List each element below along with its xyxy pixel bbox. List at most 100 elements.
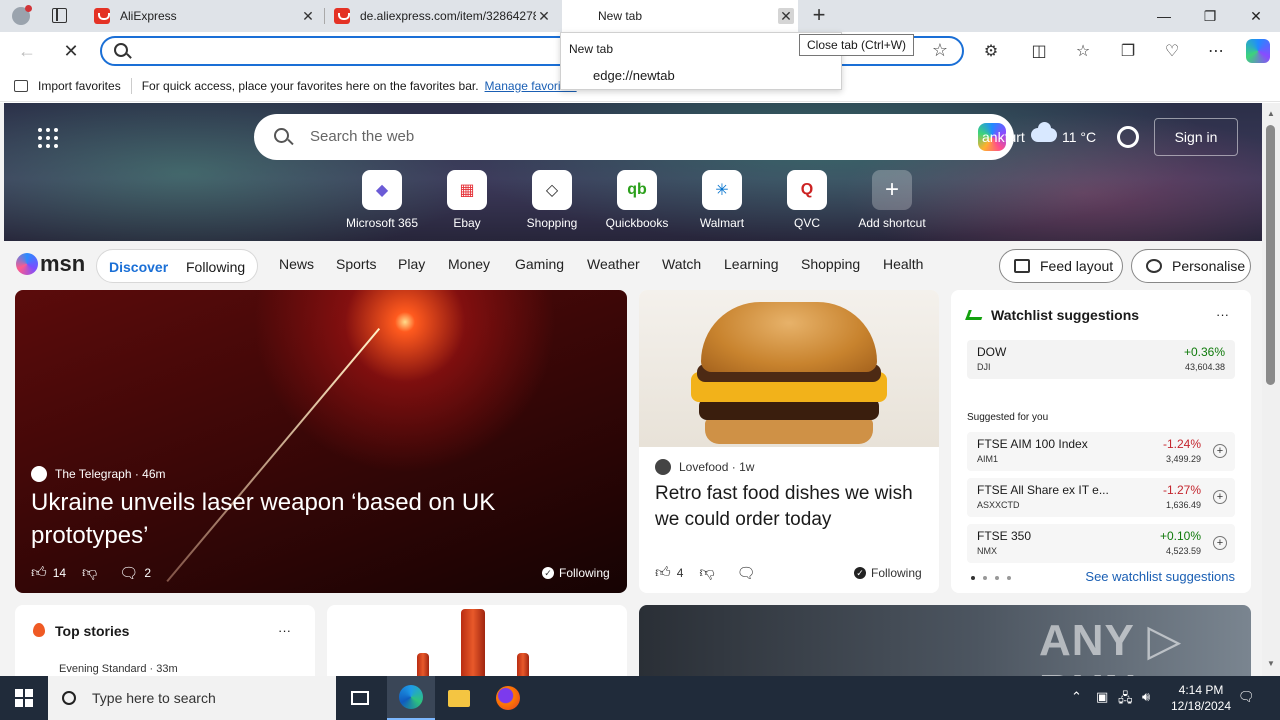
shortcut-label: Add shortcut xyxy=(858,216,926,230)
stock-change: -1.27% xyxy=(1162,483,1201,497)
tab-new-tab[interactable]: New tab ✕ xyxy=(562,0,798,32)
main-story-card[interactable]: The Telegraph · 46m Ukraine unveils lase… xyxy=(15,290,627,593)
system-clock[interactable]: 4:14 PM 12/18/2024 xyxy=(1166,682,1236,714)
close-icon[interactable]: ✕ xyxy=(778,8,794,24)
edge-taskbar-icon[interactable] xyxy=(387,676,435,720)
tab-aliexpress[interactable]: AliExpress ✕ xyxy=(84,0,324,32)
food-story-card[interactable]: Lovefood · 1w Retro fast food dishes we … xyxy=(639,290,939,593)
dislike-icon[interactable]: 👎︎ xyxy=(82,564,97,582)
sign-in-button[interactable]: Sign in xyxy=(1154,118,1238,156)
nav-news[interactable]: News xyxy=(279,256,314,272)
shortcut-shopping[interactable]: ◇ Shopping xyxy=(507,170,597,230)
stock-price: 4,523.59 xyxy=(1165,546,1201,556)
taskbar-search[interactable]: Type here to search xyxy=(48,676,336,720)
feed-layout-button[interactable]: Feed layout xyxy=(999,249,1123,283)
story-source[interactable]: Evening Standard · 33m xyxy=(59,663,178,675)
minimize-button[interactable]: — xyxy=(1141,0,1187,32)
nav-weather[interactable]: Weather xyxy=(587,256,640,272)
scrollbar-thumb[interactable] xyxy=(1266,125,1275,385)
notifications-icon[interactable]: 🗨︎ xyxy=(1238,689,1255,705)
favorite-star-icon[interactable]: ☆ xyxy=(932,40,948,61)
task-view-icon[interactable] xyxy=(336,676,384,720)
import-favorites-button[interactable]: Import favorites xyxy=(14,79,121,93)
shortcut-walmart[interactable]: ✳ Walmart xyxy=(677,170,767,230)
bottles-image-card[interactable] xyxy=(327,605,627,676)
nav-money[interactable]: Money xyxy=(448,256,490,272)
windows-start-icon[interactable] xyxy=(0,676,48,720)
more-options-icon[interactable]: ··· xyxy=(278,623,291,638)
see-watchlist-link[interactable]: See watchlist suggestions xyxy=(1085,569,1235,584)
stock-row[interactable]: FTSE 350 NMX +0.10% 4,523.59 + xyxy=(967,524,1235,563)
following-badge[interactable]: ✓ Following xyxy=(542,566,610,580)
stock-ticker: DJI xyxy=(977,362,991,372)
dislike-icon[interactable]: 👎︎ xyxy=(699,564,714,582)
personalise-button[interactable]: Personalise xyxy=(1131,249,1251,283)
collections-icon[interactable]: ❐ xyxy=(1117,40,1139,62)
nav-health[interactable]: Health xyxy=(883,256,923,272)
msn-logo[interactable]: msn xyxy=(16,251,85,277)
close-window-button[interactable]: ✕ xyxy=(1233,0,1279,32)
profile-avatar[interactable] xyxy=(12,5,32,25)
add-to-watchlist-icon[interactable]: + xyxy=(1213,536,1227,550)
photo-story-card[interactable]: ANY ▷ RUN xyxy=(639,605,1251,676)
nav-learning[interactable]: Learning xyxy=(724,256,779,272)
restore-button[interactable]: ❐ xyxy=(1187,0,1233,32)
favorites-icon[interactable]: ☆ xyxy=(1072,40,1094,62)
stop-loading-button[interactable]: ✕ xyxy=(56,36,86,66)
app-launcher-icon[interactable] xyxy=(38,128,58,148)
carousel-dots[interactable] xyxy=(971,576,1011,580)
shortcut-quickbooks[interactable]: qb Quickbooks xyxy=(592,170,682,230)
scroll-down-arrow-icon[interactable]: ▼ xyxy=(1267,659,1275,668)
shortcut-qvc[interactable]: Q QVC xyxy=(762,170,852,230)
story-headline[interactable]: Ukraine unveils laser weapon ‘based on U… xyxy=(31,486,591,552)
shortcut-add-shortcut[interactable]: + Add shortcut xyxy=(847,170,937,230)
stock-row-dow[interactable]: DOW DJI +0.36% 43,604.38 xyxy=(967,340,1235,379)
volume-icon[interactable]: 🔊︎ xyxy=(1142,689,1150,705)
more-options-icon[interactable]: ··· xyxy=(1216,307,1229,322)
copilot-icon[interactable] xyxy=(1246,39,1270,63)
comment-icon[interactable]: 🗨︎ xyxy=(119,564,138,582)
add-to-watchlist-icon[interactable]: + xyxy=(1213,444,1227,458)
settings-gear-icon[interactable] xyxy=(1117,126,1139,148)
browser-essentials-icon[interactable]: ♡ xyxy=(1161,40,1183,62)
like-icon[interactable]: 👍︎ xyxy=(655,564,671,582)
nav-sports[interactable]: Sports xyxy=(336,256,376,272)
shortcut-microsoft-365[interactable]: ◆ Microsoft 365 xyxy=(337,170,427,230)
split-screen-icon[interactable]: ◫ xyxy=(1028,40,1050,62)
close-icon[interactable]: ✕ xyxy=(536,8,552,24)
extensions-icon[interactable]: ⚙ xyxy=(980,40,1002,62)
web-search-box[interactable]: Search the web xyxy=(254,114,1014,160)
nav-watch[interactable]: Watch xyxy=(662,256,701,272)
network-icon[interactable]: 🖧︎ xyxy=(1118,689,1133,711)
tab-actions-icon[interactable] xyxy=(52,8,67,23)
comment-icon[interactable]: 🗨︎ xyxy=(737,564,756,582)
story-headline[interactable]: Retro fast food dishes we wish we could … xyxy=(655,481,925,533)
following-badge[interactable]: ✓ Following xyxy=(854,566,922,580)
new-tab-button[interactable]: + xyxy=(808,3,830,27)
device-icon[interactable]: ▣ xyxy=(1096,689,1108,705)
suggestion-url[interactable]: edge://newtab xyxy=(593,68,675,83)
add-to-watchlist-icon[interactable]: + xyxy=(1213,490,1227,504)
nav-gaming[interactable]: Gaming xyxy=(515,256,564,272)
back-button[interactable]: ← xyxy=(12,36,42,66)
weather-location[interactable]: ankfurt xyxy=(982,129,1025,145)
more-menu-icon[interactable]: ⋯ xyxy=(1205,40,1227,62)
firefox-icon[interactable] xyxy=(484,676,532,720)
tab-discover[interactable]: Discover xyxy=(109,259,168,275)
search-icon xyxy=(114,43,128,57)
scroll-up-arrow-icon[interactable]: ▲ xyxy=(1267,109,1275,118)
stock-name: FTSE All Share ex IT e... xyxy=(977,483,1109,497)
stock-row[interactable]: FTSE AIM 100 Index AIM1 -1.24% 3,499.29 + xyxy=(967,432,1235,471)
like-icon[interactable]: 👍︎ xyxy=(31,564,47,582)
nav-shopping[interactable]: Shopping xyxy=(801,256,860,272)
nav-play[interactable]: Play xyxy=(398,256,425,272)
tab-following[interactable]: Following xyxy=(186,259,245,275)
tab-aliexpress-item[interactable]: de.aliexpress.com/item/32864278 ✕ xyxy=(324,0,560,32)
show-hidden-icons-icon[interactable]: ⌃ xyxy=(1071,689,1082,705)
file-explorer-icon[interactable] xyxy=(435,676,483,720)
temperature[interactable]: 11 °C xyxy=(1062,129,1096,145)
shortcut-ebay[interactable]: ▦ Ebay xyxy=(422,170,512,230)
page-scrollbar[interactable]: ▲ ▼ xyxy=(1262,103,1280,676)
stock-row[interactable]: FTSE All Share ex IT e... ASXXCTD -1.27% 1,… xyxy=(967,478,1235,517)
close-icon[interactable]: ✕ xyxy=(300,8,316,24)
